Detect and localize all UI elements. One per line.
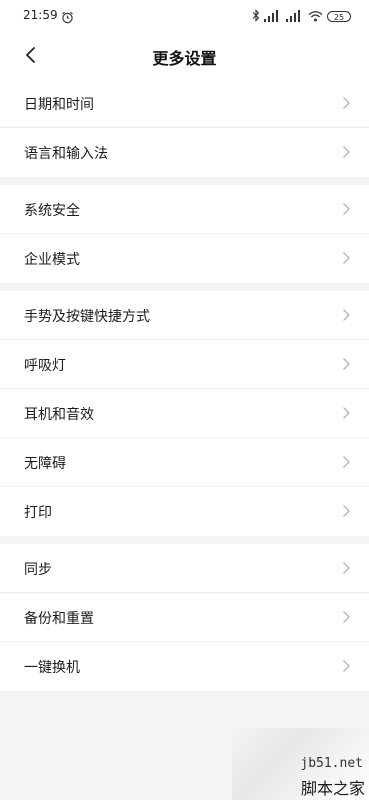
settings-item-label: 无障碍 bbox=[24, 456, 66, 472]
settings-item-sync[interactable]: 同步 bbox=[0, 544, 369, 593]
chevron-right-icon bbox=[343, 562, 350, 574]
settings-group: 日期和时间 语言和输入法 bbox=[0, 79, 369, 177]
settings-item-label: 打印 bbox=[24, 505, 52, 521]
status-icons: 25 bbox=[252, 7, 351, 26]
settings-group: 手势及按键快捷方式 呼吸灯 耳机和音效 无障碍 打印 bbox=[0, 291, 369, 536]
settings-item-enterprise-mode[interactable]: 企业模式 bbox=[0, 234, 369, 283]
settings-item-system-security[interactable]: 系统安全 bbox=[0, 185, 369, 234]
settings-item-printing[interactable]: 打印 bbox=[0, 487, 369, 536]
settings-item-label: 语言和输入法 bbox=[24, 146, 108, 162]
settings-item-label: 耳机和音效 bbox=[24, 407, 94, 423]
settings-item-backup-reset[interactable]: 备份和重置 bbox=[0, 593, 369, 642]
status-bar: 21:59 25 bbox=[0, 0, 369, 34]
settings-item-date-time[interactable]: 日期和时间 bbox=[0, 79, 369, 128]
settings-item-label: 一键换机 bbox=[24, 660, 80, 676]
settings-item-accessibility[interactable]: 无障碍 bbox=[0, 438, 369, 487]
settings-item-label: 备份和重置 bbox=[24, 611, 94, 627]
settings-item-label: 手势及按键快捷方式 bbox=[24, 309, 150, 325]
chevron-right-icon bbox=[343, 252, 350, 264]
chevron-right-icon bbox=[343, 358, 350, 370]
chevron-right-icon bbox=[343, 97, 350, 109]
page-title: 更多设置 bbox=[152, 49, 217, 68]
wifi-icon bbox=[308, 7, 323, 26]
settings-group: 同步 备份和重置 一键换机 bbox=[0, 544, 369, 691]
signal-icon-2 bbox=[286, 7, 304, 26]
chevron-right-icon bbox=[343, 456, 350, 468]
settings-item-headphones-audio[interactable]: 耳机和音效 bbox=[0, 389, 369, 438]
chevron-right-icon bbox=[343, 407, 350, 419]
chevron-right-icon bbox=[343, 146, 350, 158]
settings-list: 日期和时间 语言和输入法 系统安全 企业模式 手势及按键快捷方式 呼吸灯 耳机和… bbox=[0, 79, 369, 699]
settings-item-phone-migration[interactable]: 一键换机 bbox=[0, 642, 369, 691]
watermark-domain: jb51.net bbox=[300, 756, 363, 771]
chevron-right-icon bbox=[343, 309, 350, 321]
settings-item-label: 同步 bbox=[24, 562, 52, 578]
chevron-right-icon bbox=[343, 660, 350, 672]
settings-group: 系统安全 企业模式 bbox=[0, 185, 369, 283]
settings-item-gesture-shortcuts[interactable]: 手势及按键快捷方式 bbox=[0, 291, 369, 340]
settings-item-label: 企业模式 bbox=[24, 252, 80, 268]
battery-indicator: 25 bbox=[327, 10, 351, 22]
status-time: 21:59 bbox=[23, 8, 58, 22]
chevron-right-icon bbox=[343, 203, 350, 215]
alarm-icon bbox=[61, 9, 74, 28]
chevron-right-icon bbox=[343, 611, 350, 623]
header: 更多设置 bbox=[0, 34, 369, 80]
signal-icon-1 bbox=[264, 7, 282, 26]
settings-item-label: 呼吸灯 bbox=[24, 358, 66, 374]
bluetooth-icon bbox=[252, 7, 260, 26]
settings-item-label: 系统安全 bbox=[24, 203, 80, 219]
watermark: jb51.net 脚本之家 bbox=[232, 728, 369, 800]
chevron-right-icon bbox=[343, 505, 350, 517]
watermark-name: 脚本之家 bbox=[300, 779, 365, 798]
settings-item-language-input[interactable]: 语言和输入法 bbox=[0, 128, 369, 177]
settings-item-label: 日期和时间 bbox=[24, 97, 94, 113]
settings-item-notification-light[interactable]: 呼吸灯 bbox=[0, 340, 369, 389]
